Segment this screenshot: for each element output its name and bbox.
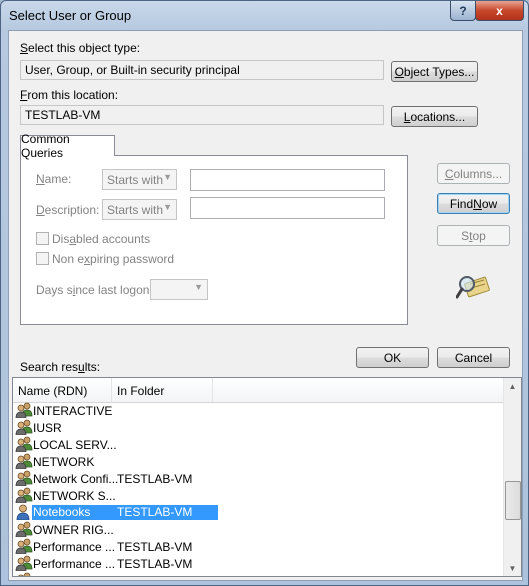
- days-since-logon-label: Days since last logon:: [36, 283, 153, 297]
- search-icon: [456, 276, 490, 299]
- row-name: Notebooks: [32, 505, 112, 520]
- dialog-client: Select this object type: User, Group, or…: [8, 30, 523, 581]
- row-name: Power Users: [33, 574, 102, 576]
- non-expiring-password-label: Non expiring password: [52, 252, 175, 266]
- ok-button[interactable]: OK: [356, 347, 429, 368]
- name-label: Name:: [36, 172, 72, 186]
- close-button[interactable]: x: [475, 1, 524, 21]
- table-row[interactable]: NETWORK S...: [13, 487, 505, 504]
- description-mode-select[interactable]: Starts with ▼: [102, 199, 177, 220]
- common-queries-panel: Name: Starts with ▼ Description: Starts w…: [20, 155, 408, 325]
- row-name: Performance ...: [33, 540, 116, 554]
- table-row[interactable]: Notebooks TESTLAB-VM: [13, 504, 505, 521]
- row-name: Performance ...: [33, 557, 116, 571]
- row-name: IUSR: [33, 421, 62, 435]
- row-folder: TESTLAB-VM: [117, 540, 193, 554]
- dialog-window: Select User or Group ? x Select this obj…: [0, 0, 529, 586]
- table-row[interactable]: OWNER RIG...: [13, 521, 505, 538]
- list-header: Name (RDN) In Folder: [13, 378, 505, 403]
- group-icon: [15, 487, 33, 504]
- table-row[interactable]: NETWORK: [13, 453, 505, 470]
- name-input[interactable]: [190, 169, 385, 191]
- row-name: OWNER RIG...: [33, 523, 114, 537]
- object-types-button[interactable]: Object Types...: [391, 61, 478, 82]
- search-results-list[interactable]: Name (RDN) In Folder INTERACTIVE IUSR LOCA…: [12, 377, 522, 577]
- group-icon: [15, 453, 33, 470]
- group-icon: [15, 419, 33, 436]
- row-folder: TESTLAB-VM: [117, 574, 192, 576]
- results-rows: INTERACTIVE IUSR LOCAL SERV... NETWORK Netwo…: [13, 402, 505, 576]
- name-mode-select[interactable]: Starts with ▼: [102, 169, 177, 190]
- table-row[interactable]: Performance ... TESTLAB-VM: [13, 538, 505, 555]
- group-icon: [15, 436, 33, 453]
- row-folder: TESTLAB-VM: [117, 472, 193, 486]
- scroll-up-icon[interactable]: ▲: [505, 378, 520, 394]
- location-label: From this location:: [20, 88, 119, 102]
- row-folder: TESTLAB-VM: [111, 505, 218, 520]
- disabled-accounts-label: Disabled accounts: [52, 232, 151, 246]
- find-now-button[interactable]: Find Now: [437, 193, 510, 214]
- locations-button[interactable]: Locations...: [391, 106, 478, 127]
- vertical-scrollbar[interactable]: ▲ ▼: [503, 378, 521, 576]
- row-name: NETWORK S...: [33, 489, 116, 503]
- window-title: Select User or Group: [9, 8, 132, 23]
- description-input[interactable]: [190, 197, 385, 219]
- days-since-logon-select[interactable]: ▼: [150, 279, 208, 300]
- group-icon: [15, 470, 33, 487]
- chevron-down-icon: ▼: [194, 282, 203, 292]
- close-icon: x: [496, 3, 503, 18]
- row-name: NETWORK: [33, 455, 95, 469]
- column-header-name[interactable]: Name (RDN): [13, 378, 112, 402]
- non-expiring-password-checkbox[interactable]: [36, 252, 49, 265]
- table-row[interactable]: INTERACTIVE: [13, 402, 505, 419]
- column-header-folder[interactable]: In Folder: [112, 378, 213, 402]
- table-row[interactable]: Performance ... TESTLAB-VM: [13, 555, 505, 572]
- tab-common-queries[interactable]: Common Queries: [20, 132, 115, 160]
- row-name: LOCAL SERV...: [33, 438, 117, 452]
- help-button[interactable]: ?: [450, 1, 476, 21]
- object-type-label: Select this object type:: [20, 41, 141, 55]
- user-icon: [15, 504, 33, 521]
- columns-button[interactable]: Columns...: [437, 163, 510, 184]
- search-results-label: Search results:: [20, 360, 101, 374]
- scroll-down-icon[interactable]: ▼: [505, 560, 520, 576]
- group-icon: [15, 538, 33, 555]
- table-row[interactable]: Network Confi... TESTLAB-VM: [13, 470, 505, 487]
- group-icon: [15, 521, 33, 538]
- table-row[interactable]: LOCAL SERV...: [13, 436, 505, 453]
- chevron-down-icon: ▼: [163, 202, 172, 212]
- table-row[interactable]: IUSR: [13, 419, 505, 436]
- title-bar[interactable]: Select User or Group ? x: [1, 1, 528, 29]
- scroll-thumb[interactable]: [505, 481, 521, 520]
- stop-button[interactable]: St op: [437, 225, 510, 246]
- object-type-field: User, Group, or Built-in security princi…: [20, 60, 384, 80]
- row-name: Network Confi...: [33, 472, 119, 486]
- location-field: TESTLAB-VM: [20, 105, 384, 125]
- cancel-button[interactable]: Cancel: [437, 347, 510, 368]
- group-icon: [15, 572, 33, 576]
- disabled-accounts-checkbox[interactable]: [36, 232, 49, 245]
- description-label: Description:: [36, 203, 100, 217]
- row-name: INTERACTIVE: [33, 404, 113, 418]
- group-icon: [15, 402, 33, 419]
- help-icon: ?: [459, 3, 467, 18]
- group-icon: [15, 555, 33, 572]
- row-folder: TESTLAB-VM: [117, 557, 193, 571]
- chevron-down-icon: ▼: [163, 172, 172, 182]
- table-row[interactable]: Power Users TESTLAB-VM: [13, 572, 505, 576]
